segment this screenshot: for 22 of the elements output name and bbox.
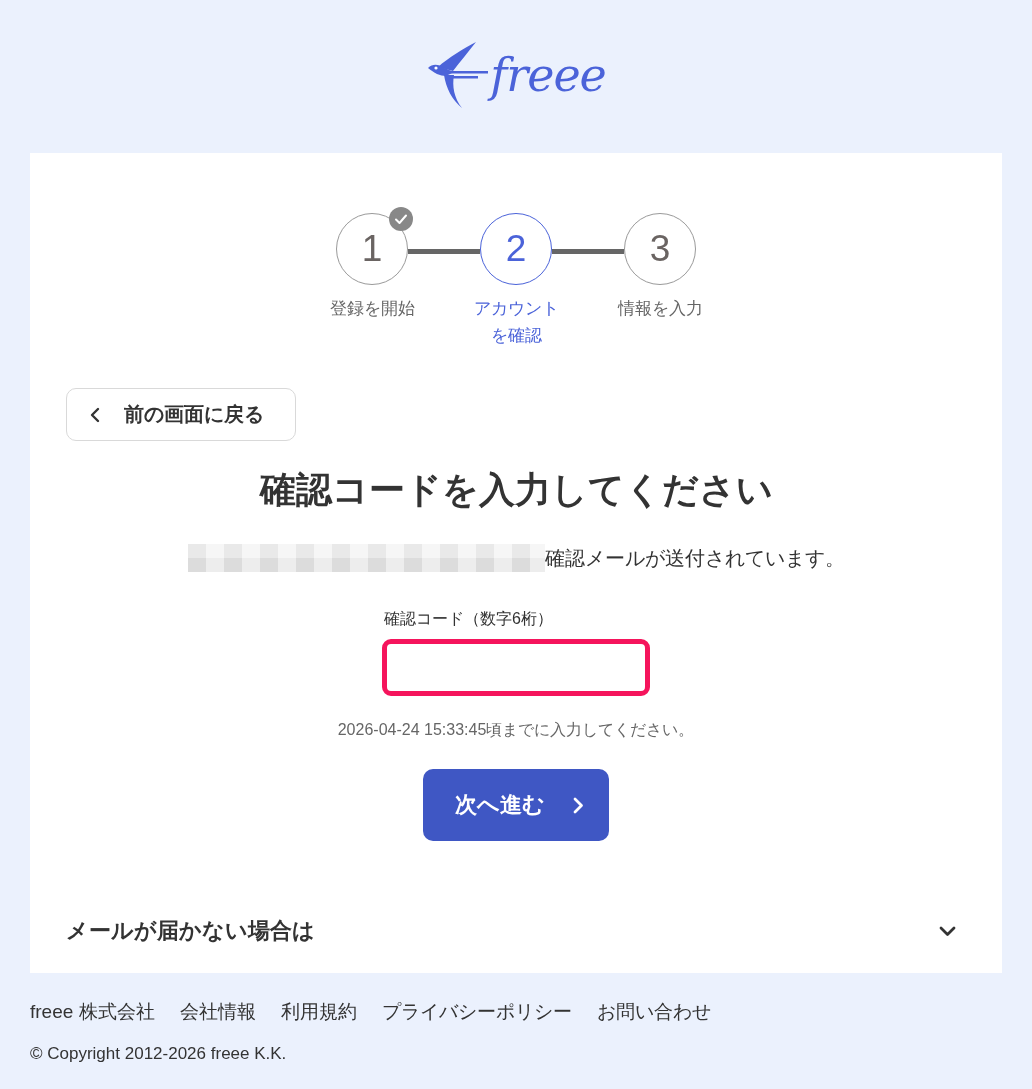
chevron-right-icon	[572, 796, 584, 814]
footer-link[interactable]: freee 株式会社	[30, 998, 155, 1026]
back-button[interactable]: 前の画面に戻る	[66, 388, 296, 441]
footer-link[interactable]: 利用規約	[280, 998, 357, 1026]
copyright-text: © Copyright 2012-2026 freee K.K.	[30, 1043, 287, 1065]
step-connector	[552, 249, 624, 254]
bird-logo-icon	[426, 40, 489, 110]
step-label: 情報を入力	[617, 298, 703, 320]
chevron-left-icon	[90, 406, 100, 423]
code-input-field[interactable]	[382, 639, 650, 696]
footer-link[interactable]: 会社情報	[179, 998, 256, 1026]
field-label: 確認コード（数字6桁）	[383, 609, 553, 629]
footer-link[interactable]: お問い合わせ	[596, 998, 711, 1026]
page-heading: 確認コードを入力してください	[259, 468, 773, 512]
footer-link[interactable]: プライバシーポリシー	[381, 998, 572, 1026]
deadline-text: 2026-04-24 15:33:45頃までに入力してください。	[337, 720, 695, 740]
step-connector	[408, 249, 480, 254]
notice-text: 確認メールが送付されています。	[544, 546, 845, 571]
step-label: アカウントを確認	[472, 298, 560, 347]
next-button[interactable]: 次へ進む	[423, 769, 609, 841]
chevron-down-icon	[939, 925, 956, 937]
step-label: 登録を開始	[329, 298, 415, 320]
